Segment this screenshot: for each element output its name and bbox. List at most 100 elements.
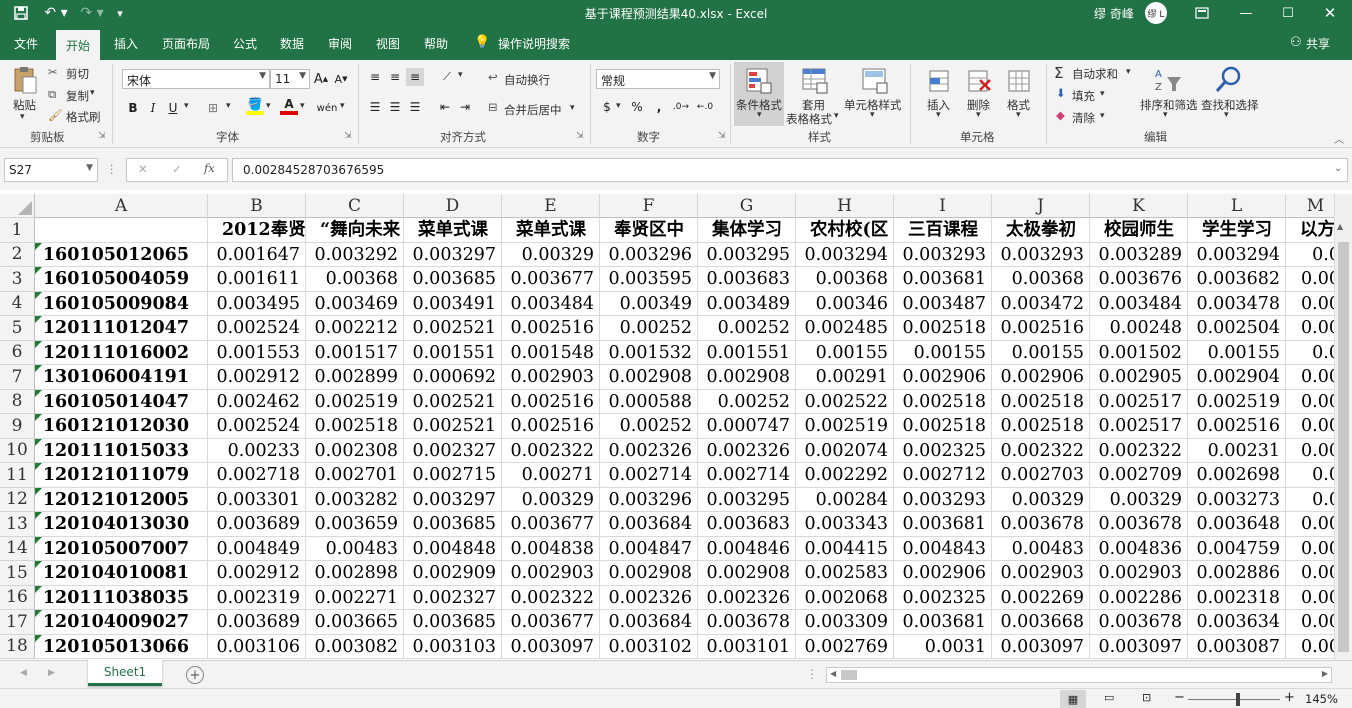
copy-button[interactable]: 复制 — [66, 88, 89, 104]
value-cell[interactable]: 0.003683 — [698, 512, 796, 537]
borders-dropdown-icon[interactable]: ▾ — [226, 101, 231, 111]
fill-dropdown-icon[interactable]: ▾ — [1100, 89, 1105, 99]
id-cell[interactable]: 120104013030 — [35, 512, 208, 537]
value-cell[interactable]: 0.003101 — [698, 634, 796, 659]
value-cell[interactable]: 0.00 — [1286, 512, 1334, 537]
find-dropdown-icon[interactable]: ▾ — [1224, 110, 1229, 120]
row-header-2[interactable]: 2 — [0, 242, 35, 267]
number-format-combo[interactable]: 常规 ▼ — [596, 69, 720, 89]
align-left-icon[interactable]: ☰ — [366, 98, 384, 116]
value-cell[interactable]: 0.002712 — [894, 463, 992, 488]
value-cell[interactable]: 0.002516 — [502, 316, 600, 341]
value-cell[interactable]: 0.002269 — [992, 585, 1090, 610]
row-header-4[interactable]: 4 — [0, 291, 35, 316]
tab-home[interactable]: 开始 — [56, 30, 100, 60]
formula-input[interactable]: 0.00284528703676595 — [232, 158, 1348, 182]
value-cell[interactable]: 0.003681 — [894, 512, 992, 537]
value-cell[interactable]: 0.00329 — [1090, 487, 1188, 512]
value-cell[interactable]: 0.0 — [1286, 341, 1334, 365]
value-cell[interactable]: 0.002904 — [1188, 365, 1286, 390]
row-header-17[interactable]: 17 — [0, 610, 35, 635]
value-cell[interactable]: 0.003484 — [1090, 291, 1188, 316]
column-header-b[interactable]: B — [208, 194, 306, 218]
value-cell[interactable]: 0.002583 — [796, 561, 894, 586]
value-cell[interactable]: 0.002322 — [502, 438, 600, 463]
value-cell[interactable]: 0.002212 — [306, 316, 404, 341]
value-cell[interactable]: 0.00 — [1286, 316, 1334, 341]
column-header-a[interactable]: A — [35, 194, 208, 218]
tab-help[interactable]: 帮助 — [424, 35, 448, 52]
id-cell[interactable]: 160121012030 — [35, 414, 208, 439]
value-cell[interactable]: 0.003293 — [992, 242, 1090, 267]
value-cell[interactable]: 0.002519 — [306, 389, 404, 414]
value-cell[interactable]: 0.002524 — [208, 316, 306, 341]
value-cell[interactable]: 0.003106 — [208, 634, 306, 659]
id-cell[interactable]: 120104009027 — [35, 610, 208, 635]
column-header-l[interactable]: L — [1188, 194, 1286, 218]
value-cell[interactable]: 0.002903 — [502, 365, 600, 390]
value-cell[interactable]: 0.003293 — [894, 487, 992, 512]
value-cell[interactable]: 0.003296 — [600, 487, 698, 512]
value-cell[interactable]: 0.003689 — [208, 610, 306, 635]
cell-styles-icon[interactable] — [858, 66, 892, 96]
value-cell[interactable]: 0.0031 — [894, 634, 992, 659]
enter-entry-icon[interactable]: ✓ — [172, 162, 182, 176]
value-cell[interactable]: 0.003102 — [600, 634, 698, 659]
value-cell[interactable]: 0.00155 — [894, 340, 992, 365]
value-cell[interactable]: 0.003685 — [404, 610, 502, 635]
column-header-h[interactable]: H — [796, 194, 894, 218]
value-cell[interactable]: 0.002516 — [502, 414, 600, 439]
tell-me-search[interactable]: 操作说明搜索 — [498, 35, 570, 52]
grow-font-button[interactable]: A ▲ — [312, 70, 330, 88]
value-cell[interactable]: 0.002517 — [1090, 389, 1188, 414]
value-cell[interactable]: 0.002886 — [1188, 561, 1286, 586]
format-cells-icon[interactable] — [1004, 66, 1034, 96]
value-cell[interactable]: 0.002906 — [894, 561, 992, 586]
value-cell[interactable]: 0.00346 — [796, 291, 894, 316]
value-cell[interactable]: 0.00349 — [600, 291, 698, 316]
tab-review[interactable]: 审阅 — [328, 35, 352, 52]
worksheet-grid[interactable]: A B C D E F G H I J K L M 1 2012奉贤 “舞向未来 菜单式课 菜单式课 奉贤区中 集体学… — [0, 194, 1334, 660]
value-cell[interactable]: 0.003595 — [600, 267, 698, 292]
id-cell[interactable]: 120111015033 — [35, 438, 208, 463]
avatar[interactable]: 缪 L — [1145, 2, 1167, 24]
table-format-button[interactable]: 表格格式 — [786, 111, 832, 127]
value-cell[interactable]: 0.004843 — [894, 536, 992, 561]
value-cell[interactable]: 0.0 — [1286, 463, 1334, 488]
value-cell[interactable]: 0.00155 — [796, 340, 894, 365]
value-cell[interactable]: 0.003097 — [1090, 634, 1188, 659]
value-cell[interactable]: 0.004415 — [796, 536, 894, 561]
value-cell[interactable]: 0.002521 — [404, 389, 502, 414]
value-cell[interactable]: 0.00 — [1286, 414, 1334, 439]
value-cell[interactable]: 0.002908 — [600, 365, 698, 390]
value-cell[interactable]: 0.001551 — [404, 340, 502, 365]
value-cell[interactable]: 0.002485 — [796, 316, 894, 341]
column-header-i[interactable]: I — [894, 194, 992, 218]
value-cell[interactable]: 0.003293 — [894, 242, 992, 267]
header-cell[interactable]: 集体学习 — [698, 218, 796, 243]
phonetic-dropdown-icon[interactable]: ▾ — [340, 101, 345, 111]
value-cell[interactable]: 0.003103 — [404, 634, 502, 659]
row-header-8[interactable]: 8 — [0, 389, 35, 414]
value-cell[interactable]: 0.003297 — [404, 487, 502, 512]
align-top-icon[interactable]: ≡ — [366, 68, 384, 86]
value-cell[interactable]: 0.003677 — [502, 610, 600, 635]
shrink-font-button[interactable]: A ▼ — [332, 70, 350, 88]
row-header-12[interactable]: 12 — [0, 487, 35, 512]
increase-indent-icon[interactable]: ⇥ — [456, 98, 474, 116]
column-header-g[interactable]: G — [698, 194, 796, 218]
value-cell[interactable]: 0.002703 — [992, 463, 1090, 488]
id-cell[interactable]: 120121011079 — [35, 463, 208, 488]
column-header-m[interactable]: M — [1286, 194, 1334, 218]
column-header-c[interactable]: C — [306, 194, 404, 218]
value-cell[interactable]: 0.003678 — [1090, 512, 1188, 537]
value-cell[interactable]: 0.002521 — [404, 414, 502, 439]
value-cell[interactable]: 0.00 — [1286, 439, 1334, 463]
header-cell[interactable]: 以方 — [1286, 218, 1334, 243]
autosum-dropdown-icon[interactable]: ▾ — [1126, 67, 1131, 77]
value-cell[interactable]: 0.002521 — [404, 316, 502, 341]
value-cell[interactable]: 0.00252 — [600, 316, 698, 341]
value-cell[interactable]: 0.002715 — [404, 463, 502, 488]
value-cell[interactable]: 0.003681 — [894, 610, 992, 635]
find-select-icon[interactable] — [1212, 64, 1244, 96]
